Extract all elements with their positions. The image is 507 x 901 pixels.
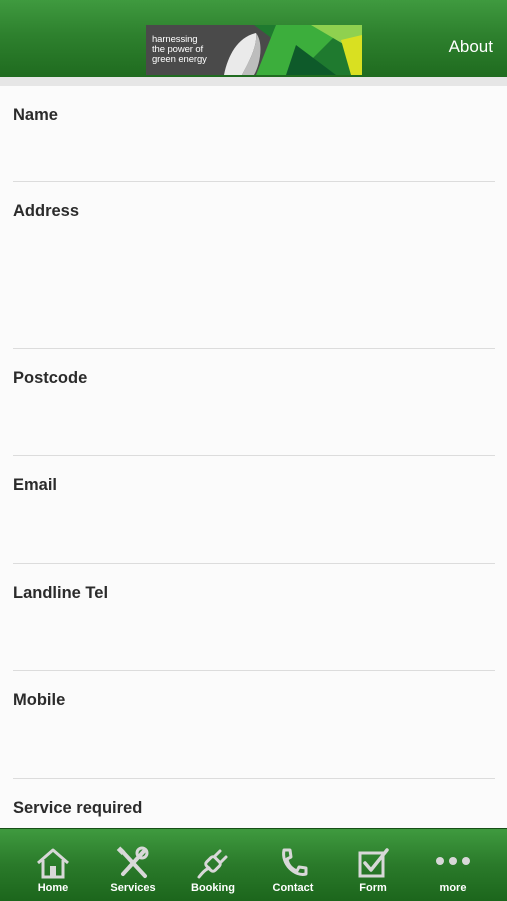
tools-icon bbox=[116, 846, 149, 878]
tab-more[interactable]: more bbox=[413, 829, 493, 901]
name-label: Name bbox=[13, 106, 58, 124]
landline-field[interactable]: Landline Tel bbox=[13, 564, 495, 671]
email-label: Email bbox=[13, 476, 58, 494]
checkbox-icon bbox=[358, 848, 389, 878]
tab-spacer bbox=[0, 829, 13, 901]
tab-services[interactable]: Services bbox=[93, 829, 173, 901]
more-icon bbox=[436, 857, 470, 865]
brand-logo: harnessing the power of green energy bbox=[146, 25, 362, 75]
tab-contact-label: Contact bbox=[272, 882, 314, 894]
logo-tagline: harnessing the power of green energy bbox=[152, 34, 207, 65]
tab-services-label: Services bbox=[110, 882, 156, 894]
address-field[interactable]: Address bbox=[13, 182, 495, 349]
email-field[interactable]: Email bbox=[13, 456, 495, 564]
tab-form-label: Form bbox=[359, 882, 387, 894]
tab-booking[interactable]: Booking bbox=[173, 829, 253, 901]
app-header: harnessing the power of green energy Abo… bbox=[0, 0, 507, 78]
postcode-label: Postcode bbox=[13, 369, 88, 387]
plug-icon bbox=[197, 849, 228, 879]
tab-contact[interactable]: Contact bbox=[253, 829, 333, 901]
booking-form: Name Address Postcode Email Landline Tel… bbox=[0, 86, 507, 828]
mobile-label: Mobile bbox=[13, 691, 66, 709]
address-label: Address bbox=[13, 202, 80, 220]
about-button[interactable]: About bbox=[449, 37, 493, 57]
tab-home[interactable]: Home bbox=[13, 829, 93, 901]
mobile-field[interactable]: Mobile bbox=[13, 671, 495, 779]
landline-label: Landline Tel bbox=[13, 584, 109, 602]
header-separator bbox=[0, 77, 507, 86]
tab-more-label: more bbox=[439, 882, 467, 894]
tab-home-label: Home bbox=[37, 882, 69, 894]
service-required-label: Service required bbox=[13, 799, 143, 817]
bottom-tab-bar: Home Services Booking Contact Form more bbox=[0, 828, 507, 901]
name-field[interactable]: Name bbox=[13, 86, 495, 182]
home-icon bbox=[37, 848, 69, 879]
postcode-field[interactable]: Postcode bbox=[13, 349, 495, 456]
phone-icon bbox=[282, 848, 308, 876]
tab-booking-label: Booking bbox=[191, 882, 235, 894]
tab-form[interactable]: Form bbox=[333, 829, 413, 901]
service-required-field[interactable]: Service required bbox=[13, 779, 495, 828]
